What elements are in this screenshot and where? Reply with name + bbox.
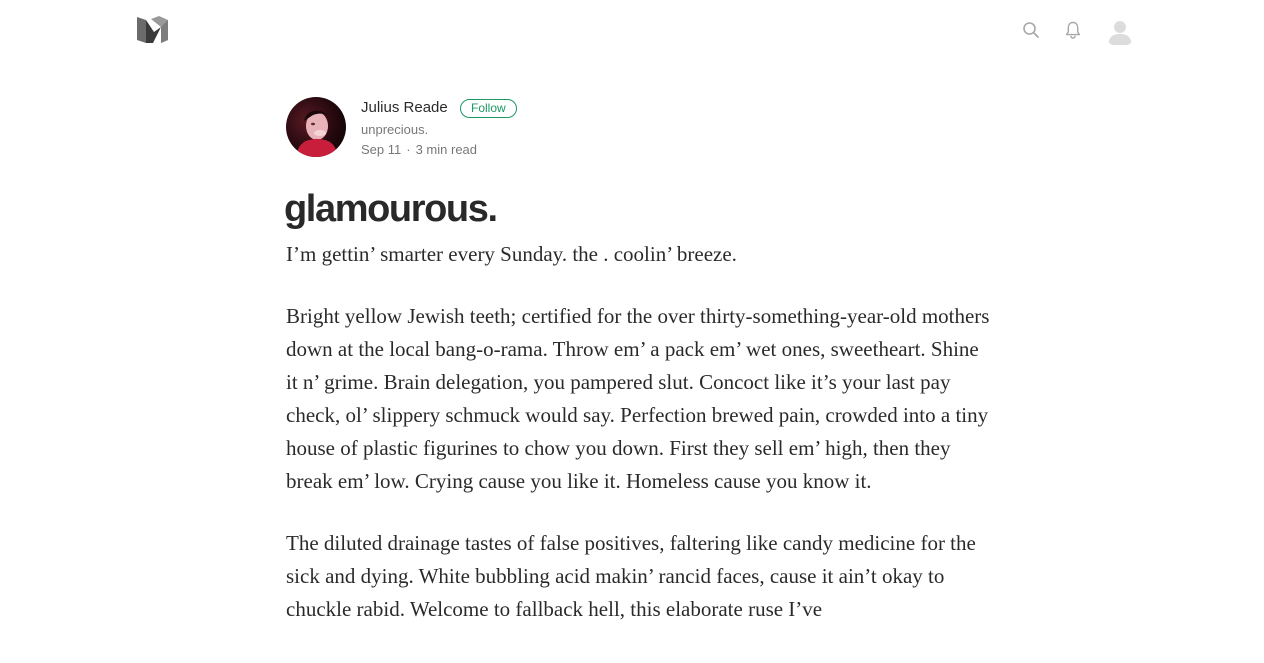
bell-icon[interactable] (1062, 19, 1084, 41)
article-paragraph: Bright yellow Jewish teeth; certified fo… (286, 304, 990, 493)
follow-button[interactable]: Follow (460, 99, 517, 118)
article-body: I’m gettin’ smarter every Sunday. the . … (286, 238, 992, 655)
author-avatar[interactable] (286, 97, 346, 157)
read-time: 3 min read (415, 142, 478, 157)
article-title: glamourous. (284, 188, 498, 230)
user-avatar-icon[interactable] (1104, 15, 1136, 47)
post-meta: Sep 11 · 3 min read (361, 141, 477, 158)
author-bio: unprecious. (361, 122, 429, 137)
author-name[interactable]: Julius Reade (361, 98, 448, 118)
top-navigation-bar (0, 0, 1264, 60)
meta-separator: · (406, 142, 411, 157)
medium-logo-icon[interactable] (137, 16, 169, 44)
author-photo (286, 97, 346, 157)
article-paragraph: The diluted drainage tastes of false pos… (286, 531, 976, 621)
medium-logo-graphic (137, 16, 168, 43)
search-icon[interactable] (1020, 19, 1042, 41)
publish-date: Sep 11 (361, 142, 402, 157)
article-paragraph: I’m gettin’ smarter every Sunday. the . … (286, 242, 737, 266)
